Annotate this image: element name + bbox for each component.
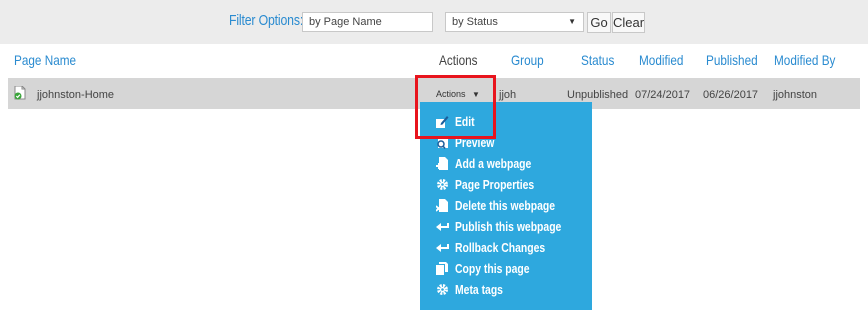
- menu-item-label: Meta tags: [455, 282, 503, 297]
- modified-by-cell: jjohnston: [773, 89, 818, 101]
- menu-item-delete-webpage[interactable]: Delete this webpage: [420, 196, 592, 216]
- edit-icon: [436, 115, 449, 128]
- menu-item-page-properties[interactable]: Page Properties: [420, 175, 592, 195]
- menu-item-label: Copy this page: [455, 261, 530, 276]
- published-page-icon: [14, 85, 26, 100]
- go-button[interactable]: Go: [587, 12, 611, 33]
- modified-date-cell: 07/24/2017: [635, 89, 691, 101]
- copy-icon: [436, 262, 448, 275]
- gear-icon: [436, 178, 448, 190]
- dropdown-arrow-icon: ▼: [568, 17, 576, 26]
- column-header-actions: Actions: [439, 52, 478, 68]
- status-filter-select[interactable]: by Status ▼: [445, 12, 584, 32]
- status-cell: Unpublished: [567, 89, 629, 101]
- menu-item-rollback-changes[interactable]: Rollback Changes: [420, 238, 592, 258]
- column-header-modified-by[interactable]: Modified By: [774, 52, 835, 68]
- menu-item-label: Rollback Changes: [455, 240, 546, 255]
- menu-item-edit[interactable]: Edit: [420, 112, 592, 132]
- preview-icon: [436, 136, 448, 149]
- menu-item-copy-page[interactable]: Copy this page: [420, 259, 592, 279]
- actions-menu: Edit Preview Add a webpage Page Properti…: [420, 102, 592, 310]
- filter-bar: Filter Options: by Status ▼ Go Clear: [0, 0, 868, 44]
- column-header-published[interactable]: Published: [706, 52, 758, 68]
- actions-button-label: Actions: [436, 89, 466, 99]
- status-filter-value: by Status: [452, 16, 498, 28]
- menu-item-label: Edit: [455, 114, 475, 129]
- column-header-modified[interactable]: Modified: [639, 52, 683, 68]
- actions-dropdown-button[interactable]: Actions ▼: [436, 89, 480, 99]
- column-header-status[interactable]: Status: [581, 52, 614, 68]
- caret-down-icon: ▼: [472, 90, 480, 99]
- page-name-link[interactable]: jjohnston-Home: [37, 89, 114, 101]
- column-header-page-name[interactable]: Page Name: [14, 52, 76, 68]
- menu-item-publish-webpage[interactable]: Publish this webpage: [420, 217, 592, 237]
- page-name-filter-input[interactable]: [302, 12, 433, 32]
- menu-item-label: Publish this webpage: [455, 219, 562, 234]
- rollback-arrow-icon: [436, 241, 449, 253]
- group-cell: jjoh: [499, 89, 517, 101]
- menu-item-meta-tags[interactable]: Meta tags: [420, 280, 592, 300]
- delete-page-icon: [435, 199, 448, 212]
- menu-item-add-webpage[interactable]: Add a webpage: [420, 154, 592, 174]
- menu-item-label: Delete this webpage: [455, 198, 555, 213]
- filter-options-label: Filter Options:: [229, 12, 304, 29]
- menu-item-preview[interactable]: Preview: [420, 133, 592, 153]
- column-header-group[interactable]: Group: [511, 52, 544, 68]
- add-page-icon: [436, 157, 448, 170]
- gear-icon: [436, 283, 448, 295]
- menu-item-label: Preview: [455, 135, 495, 150]
- clear-button[interactable]: Clear: [612, 12, 645, 33]
- published-date-cell: 06/26/2017: [703, 89, 759, 101]
- publish-arrow-icon: [436, 220, 449, 232]
- menu-item-label: Page Properties: [455, 177, 535, 192]
- menu-item-label: Add a webpage: [455, 156, 532, 171]
